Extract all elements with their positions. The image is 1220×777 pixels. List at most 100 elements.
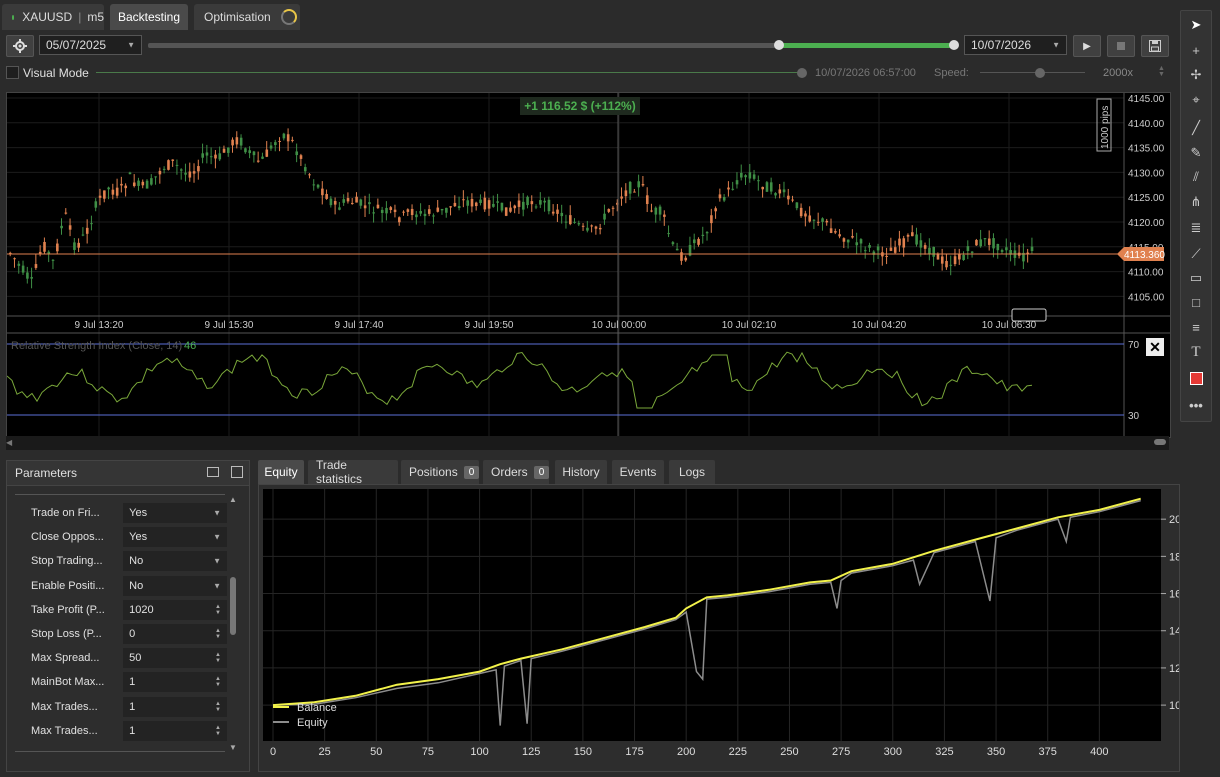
x-tick-label: 75 bbox=[422, 746, 434, 758]
candle-body bbox=[992, 238, 995, 249]
candle-body bbox=[791, 199, 794, 201]
crosshair-tool[interactable]: + bbox=[1181, 39, 1211, 61]
chevron-down-icon[interactable]: ▼ bbox=[213, 557, 221, 566]
spinner-arrows-icon[interactable]: ▲ ▼ bbox=[215, 725, 221, 737]
price-chart-panel[interactable]: 4145.00 4140.00 4135.00 4130.00 4125.00 4120.… bbox=[6, 92, 1171, 438]
ray-tool[interactable]: ✎ bbox=[1181, 142, 1211, 164]
candle-body bbox=[218, 153, 222, 160]
tab-optimisation[interactable]: Optimisation bbox=[194, 4, 300, 30]
param-select[interactable]: No ▼ bbox=[123, 551, 227, 572]
tab-orders[interactable]: Orders 0 bbox=[483, 460, 550, 484]
crosshair-move-tool[interactable]: ✢ bbox=[1181, 64, 1211, 86]
candle-body bbox=[748, 172, 752, 179]
param-spinbox[interactable]: 1020 ▲ ▼ bbox=[123, 599, 227, 620]
spinner-arrows-icon[interactable]: ▲ ▼ bbox=[215, 604, 221, 616]
current-price-value: 4113.360 bbox=[1124, 250, 1165, 261]
stop-button[interactable] bbox=[1107, 35, 1135, 57]
visual-progress-handle[interactable] bbox=[797, 68, 807, 78]
candle-body bbox=[693, 239, 696, 244]
chevron-down-icon[interactable]: ▼ bbox=[213, 533, 221, 542]
save-button[interactable] bbox=[1141, 35, 1169, 57]
fan-tool[interactable]: ⟋ bbox=[1181, 243, 1211, 265]
scroll-thumb[interactable] bbox=[1154, 439, 1166, 445]
chart-scroll-handle[interactable] bbox=[1011, 308, 1047, 322]
settings-button[interactable] bbox=[6, 35, 34, 57]
channel-tool[interactable]: ⫽ bbox=[1181, 166, 1211, 188]
color-tool[interactable] bbox=[1181, 367, 1211, 389]
close-icon: ✕ bbox=[1149, 338, 1161, 355]
play-button[interactable]: ▶ bbox=[1073, 35, 1101, 57]
visual-mode-checkbox[interactable] bbox=[6, 66, 19, 79]
levels-tool[interactable]: ≡ bbox=[1181, 316, 1211, 338]
candle-body bbox=[449, 206, 452, 208]
candle-body bbox=[466, 200, 470, 206]
tab-logs[interactable]: Logs bbox=[669, 460, 715, 484]
tab-equity[interactable]: Equity bbox=[258, 460, 304, 484]
end-date-select[interactable]: 10/07/2026 ▼ bbox=[964, 35, 1067, 55]
shape-tool[interactable]: □ bbox=[1181, 291, 1211, 313]
candle-body bbox=[851, 236, 854, 238]
scroll-left-icon[interactable]: ◀ bbox=[6, 438, 12, 447]
candle-body bbox=[77, 242, 80, 248]
range-start-handle[interactable] bbox=[774, 40, 784, 50]
equity-chart[interactable]: 1000 1200 1400 1600 1800 2000 0 25 50 75 100 125 15… bbox=[259, 485, 1193, 771]
candle-body bbox=[787, 195, 790, 200]
params-scroll-thumb[interactable] bbox=[230, 577, 236, 635]
candle-body bbox=[137, 180, 140, 186]
price-chart[interactable]: 4145.00 4140.00 4135.00 4130.00 4125.00 4120.… bbox=[6, 93, 1170, 437]
param-row: Max Spread... 50 ▲ ▼ bbox=[15, 647, 227, 669]
candle-body bbox=[440, 208, 444, 211]
speed-slider[interactable] bbox=[980, 72, 1085, 73]
trendline-tool[interactable]: ╱ bbox=[1181, 117, 1211, 139]
candle-body bbox=[671, 242, 675, 245]
rectangle-tool[interactable]: ▭ bbox=[1181, 267, 1211, 289]
chevron-down-icon[interactable]: ▼ bbox=[213, 581, 221, 590]
candle-body bbox=[197, 166, 200, 172]
range-end-handle[interactable] bbox=[949, 40, 959, 50]
fibonacci-tool[interactable]: ≣ bbox=[1181, 217, 1211, 239]
speed-spinner-icon[interactable]: ▲ ▼ bbox=[1158, 65, 1165, 78]
scroll-up-icon[interactable]: ▲ bbox=[229, 495, 237, 504]
spinner-arrows-icon[interactable]: ▲ ▼ bbox=[215, 628, 221, 640]
spinner-arrows-icon[interactable]: ▲ ▼ bbox=[215, 701, 221, 713]
candle-body bbox=[774, 193, 777, 196]
tab-events[interactable]: Events bbox=[612, 460, 664, 484]
pitchfork-tool[interactable]: ⋔ bbox=[1181, 191, 1211, 213]
param-select[interactable]: Yes ▼ bbox=[123, 527, 227, 548]
start-date-select[interactable]: 05/07/2025 ▼ bbox=[39, 35, 142, 55]
tab-symbol[interactable]: XAUUSD | m5 bbox=[2, 4, 104, 30]
param-select[interactable]: Yes ▼ bbox=[123, 503, 227, 523]
tab-trade-statistics[interactable]: Trade statistics bbox=[308, 458, 398, 486]
scroll-down-icon[interactable]: ▼ bbox=[229, 743, 237, 752]
measure-tool[interactable]: ⌖ bbox=[1181, 89, 1211, 111]
tab-backtesting[interactable]: Backtesting bbox=[110, 4, 188, 30]
candle-body bbox=[111, 189, 115, 195]
param-spinbox[interactable]: 1 ▲ ▼ bbox=[123, 720, 227, 741]
tab-history[interactable]: History bbox=[555, 460, 607, 484]
loading-spinner-icon bbox=[280, 9, 297, 25]
visual-progress-track[interactable] bbox=[96, 72, 806, 73]
candle-body bbox=[744, 175, 747, 178]
save-params-icon[interactable] bbox=[231, 466, 243, 478]
close-rsi-button[interactable]: ✕ bbox=[1146, 338, 1164, 356]
divider bbox=[15, 494, 225, 495]
candle-body bbox=[962, 254, 965, 261]
parameters-title: Parameters bbox=[15, 466, 78, 480]
spinner-arrows-icon[interactable]: ▲ ▼ bbox=[215, 676, 221, 688]
param-spinbox[interactable]: 0 ▲ ▼ bbox=[123, 624, 227, 644]
param-spinbox[interactable]: 1 ▲ ▼ bbox=[123, 696, 227, 717]
cursor-tool[interactable]: ➤ bbox=[1181, 14, 1211, 36]
candle-body bbox=[641, 184, 645, 186]
speed-slider-handle[interactable] bbox=[1035, 68, 1045, 78]
load-icon[interactable] bbox=[207, 467, 219, 477]
tab-positions[interactable]: Positions 0 bbox=[401, 460, 480, 484]
text-tool[interactable]: T bbox=[1181, 341, 1211, 363]
param-spinbox[interactable]: 1 ▲ ▼ bbox=[123, 672, 227, 693]
chart-scrollbar[interactable]: ◀ bbox=[6, 436, 1169, 450]
param-select[interactable]: No ▼ bbox=[123, 575, 227, 596]
date-range-slider[interactable] bbox=[148, 40, 959, 50]
spinner-arrows-icon[interactable]: ▲ ▼ bbox=[215, 652, 221, 664]
chevron-down-icon[interactable]: ▼ bbox=[213, 509, 221, 518]
param-spinbox[interactable]: 50 ▲ ▼ bbox=[123, 648, 227, 669]
more-tools-button[interactable]: ••• bbox=[1181, 394, 1211, 416]
